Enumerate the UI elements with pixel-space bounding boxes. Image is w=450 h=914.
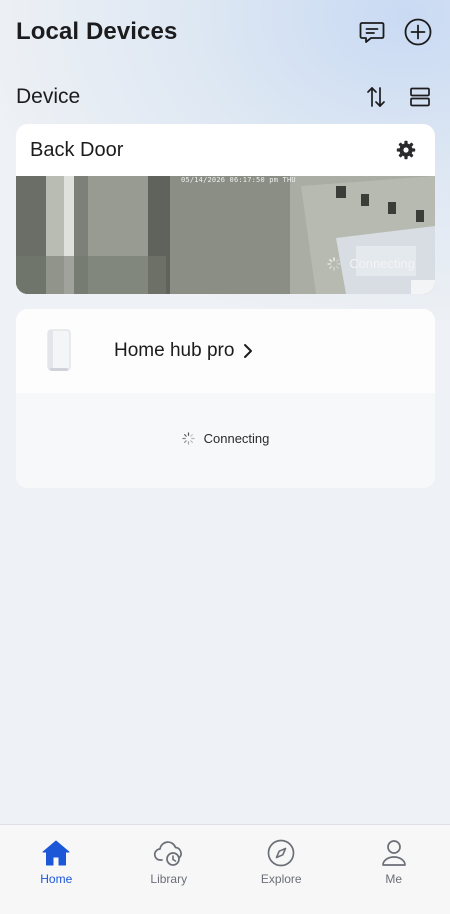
local-devices-screen: Local Devices Device Back Door 05/14/202… — [0, 0, 450, 914]
tab-home-label: Home — [40, 872, 73, 886]
camera-card-header: Back Door — [16, 124, 435, 176]
tab-explore[interactable]: Explore — [225, 825, 338, 914]
page-title: Local Devices — [16, 18, 178, 45]
add-device-button[interactable] — [402, 16, 434, 48]
hub-card-body: Connecting — [16, 393, 435, 488]
tab-home[interactable]: Home — [0, 825, 113, 914]
compass-icon — [265, 837, 297, 869]
camera-status-label: Connecting — [349, 256, 415, 271]
hub-device-image — [38, 328, 78, 374]
list-layout-icon — [410, 87, 430, 107]
hub-name: Home hub pro — [114, 340, 235, 361]
camera-timestamp: 05/14/2026 06:17:50 pm THU — [181, 176, 296, 184]
top-bar: Local Devices — [16, 14, 434, 50]
sort-button[interactable] — [362, 83, 390, 111]
sort-icon — [367, 87, 385, 107]
camera-card-back-door[interactable]: Back Door 05/14/2026 06:17:50 pm THU Con… — [16, 124, 435, 294]
tab-library[interactable]: Library — [113, 825, 226, 914]
camera-status: Connecting — [327, 256, 415, 271]
device-section-header: Device — [16, 80, 434, 114]
hub-card-header[interactable]: Home hub pro — [16, 309, 435, 393]
tab-library-label: Library — [150, 872, 188, 886]
layout-toggle-button[interactable] — [406, 83, 434, 111]
section-title: Device — [16, 85, 81, 108]
message-button[interactable] — [356, 16, 388, 48]
hub-card-home-hub-pro[interactable]: Home hub pro Connecting — [16, 309, 435, 488]
hub-status: Connecting — [181, 431, 270, 446]
tab-me-label: Me — [385, 872, 403, 886]
hub-status-label: Connecting — [203, 431, 270, 446]
loading-spinner-icon — [181, 432, 195, 445]
add-circle-icon — [404, 18, 432, 46]
camera-scene-image — [16, 176, 435, 294]
loading-spinner-icon — [327, 256, 341, 271]
camera-name: Back Door — [30, 138, 124, 161]
person-icon — [378, 837, 410, 869]
home-icon — [40, 837, 72, 869]
chevron-right-icon — [242, 342, 254, 360]
gear-icon — [396, 140, 416, 160]
camera-settings-button[interactable] — [393, 137, 419, 163]
tab-explore-label: Explore — [260, 872, 302, 886]
tab-me[interactable]: Me — [338, 825, 450, 914]
camera-live-preview[interactable]: 05/14/2026 06:17:50 pm THU Connecting — [16, 176, 435, 294]
bottom-tab-bar: Home Library Explore Me — [0, 824, 450, 914]
message-icon — [359, 22, 385, 43]
cloud-clock-icon — [153, 837, 185, 869]
